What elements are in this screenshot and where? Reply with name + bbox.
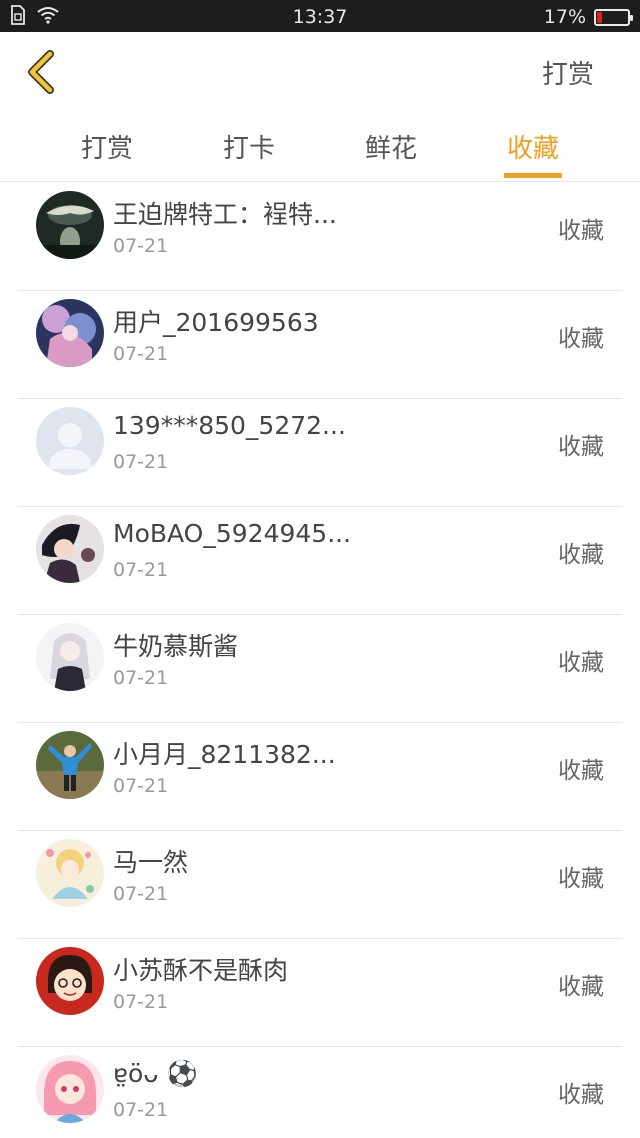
favorite-label: 收藏 (558, 326, 604, 352)
nav-bar: 打赏 (0, 32, 640, 110)
item-date: 07-21 (113, 559, 169, 581)
list-item[interactable]: 139***850_5272... 07-21 收藏 (0, 399, 640, 507)
list-item[interactable]: 马一然 07-21 收藏 (0, 831, 640, 939)
reward-button[interactable]: 打赏 (542, 54, 594, 91)
item-date: 07-21 (113, 775, 169, 797)
list-item[interactable]: 牛奶慕斯酱 07-21 收藏 (0, 615, 640, 723)
favorite-label: 收藏 (558, 1082, 604, 1108)
user-name: 王迫牌特工：裎特... (113, 200, 337, 229)
chevron-left-icon (28, 50, 54, 94)
list-item[interactable]: ɐ̤öᴗ ⚽ 07-21 收藏 (0, 1047, 640, 1138)
user-name: 小苏酥不是酥肉 (113, 956, 289, 985)
tab-active-indicator (504, 173, 562, 178)
item-date: 07-21 (113, 235, 169, 257)
favorite-label: 收藏 (558, 542, 604, 568)
avatar (36, 731, 104, 799)
list-item[interactable]: 王迫牌特工：裎特... 07-21 收藏 (0, 183, 640, 291)
avatar (36, 515, 104, 583)
item-date: 07-21 (113, 1099, 169, 1121)
favorite-label: 收藏 (558, 866, 604, 892)
item-date: 07-21 (113, 451, 169, 473)
battery-icon (594, 8, 633, 26)
tab-bar: 打赏 打卡 鲜花 收藏 (0, 110, 640, 182)
avatar (36, 623, 104, 691)
favorite-label: 收藏 (558, 758, 604, 784)
avatar (36, 839, 104, 907)
item-date: 07-21 (113, 991, 169, 1013)
avatar (36, 191, 104, 259)
status-bar: 13:37 17% (0, 0, 640, 32)
item-date: 07-21 (113, 343, 169, 365)
battery-status: 17% (543, 6, 633, 28)
battery-level (597, 11, 602, 23)
list-item[interactable]: 用户_201699563 07-21 收藏 (0, 291, 640, 399)
battery-percent: 17% (543, 6, 586, 28)
avatar (36, 299, 104, 367)
back-button[interactable] (20, 48, 64, 96)
item-date: 07-21 (113, 883, 169, 905)
tab-favorites[interactable]: 收藏 (488, 128, 578, 165)
list-item[interactable]: MoBAO_5924945... 07-21 收藏 (0, 507, 640, 615)
user-name: 139***850_5272... (113, 411, 346, 440)
user-name: MoBAO_5924945... (113, 519, 352, 548)
tab-reward[interactable]: 打赏 (62, 128, 152, 165)
favorite-label: 收藏 (558, 434, 604, 460)
user-name: 用户_201699563 (113, 308, 319, 337)
avatar (36, 947, 104, 1015)
favorite-label: 收藏 (558, 974, 604, 1000)
list-item[interactable]: 小月月_8211382... 07-21 收藏 (0, 723, 640, 831)
list-item[interactable]: 小苏酥不是酥肉 07-21 收藏 (0, 939, 640, 1047)
avatar (36, 1055, 104, 1123)
user-name: 牛奶慕斯酱 (113, 632, 239, 661)
user-name: 小月月_8211382... (113, 740, 336, 769)
tab-flowers[interactable]: 鲜花 (346, 128, 436, 165)
item-date: 07-21 (113, 667, 169, 689)
favorite-label: 收藏 (558, 650, 604, 676)
user-name: 马一然 (113, 848, 189, 877)
favorite-label: 收藏 (558, 218, 604, 244)
avatar (36, 407, 104, 475)
user-name: ɐ̤öᴗ ⚽ (113, 1059, 198, 1088)
tab-checkin[interactable]: 打卡 (204, 128, 294, 165)
